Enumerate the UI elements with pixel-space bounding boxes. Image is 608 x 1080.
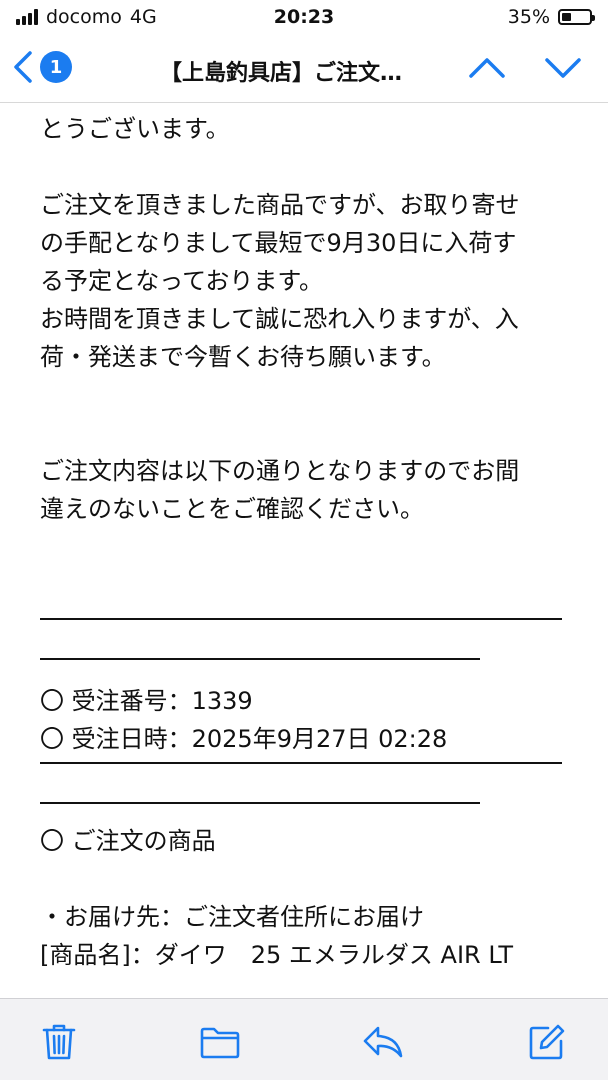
body-line: 荷・発送まで今暫くお待ち願います。 [40,343,446,371]
bottom-toolbar [0,998,608,1080]
reply-icon[interactable] [362,1025,404,1059]
status-right: 35% [507,6,595,28]
back-button[interactable]: 1 [12,50,72,84]
mail-body: とうございます。 ご注文を頂きました商品ですが、お取り寄せ の手配となりまして最… [40,104,570,998]
battery-percent: 35% [507,6,550,28]
unread-badge: 1 [40,51,72,83]
mail-screen: docomo 4G 20:23 35% 1 【上島釣具店】ご注文… とうございま… [0,0,608,1080]
body-line: の手配となりまして最短で9月30日に入荷す [40,229,517,257]
folder-icon[interactable] [200,1027,240,1059]
nav-bar: 1 【上島釣具店】ご注文… [0,36,608,103]
body-line: ご注文内容は以下の通りとなりますのでお間 [40,457,520,485]
body-line: ご注文を頂きました商品ですが、お取り寄せ [40,191,520,219]
order-datetime: 〇 受注日時：2025年9月27日 02:28 [40,725,448,753]
battery-fill [562,13,571,21]
product-name-line: [商品名]：ダイワ 25 エメラルダス AIR LT [40,941,514,969]
body-line: とうございます。 [40,115,230,143]
battery-icon [558,9,595,25]
mail-subject-title: 【上島釣具店】ご注文… [160,61,403,86]
status-bar: docomo 4G 20:23 35% [0,0,608,36]
delivery-line: ・お届け先：ご注文者住所にお届け [40,903,424,931]
body-line: お時間を頂きまして誠に恐れ入りますが、入 [40,305,519,333]
body-line: る予定となっております。 [40,267,323,295]
body-line: 違えのないことをご確認ください。 [40,495,424,523]
message-navigation [468,52,582,82]
chevron-left-icon [14,51,32,83]
chevron-up-icon[interactable] [468,52,506,82]
compose-icon[interactable] [528,1023,566,1061]
chevron-down-icon[interactable] [544,52,582,82]
items-heading: 〇 ご注文の商品 [40,827,216,855]
trash-icon[interactable] [42,1023,76,1061]
order-number: 〇 受注番号：1339 [40,687,253,715]
